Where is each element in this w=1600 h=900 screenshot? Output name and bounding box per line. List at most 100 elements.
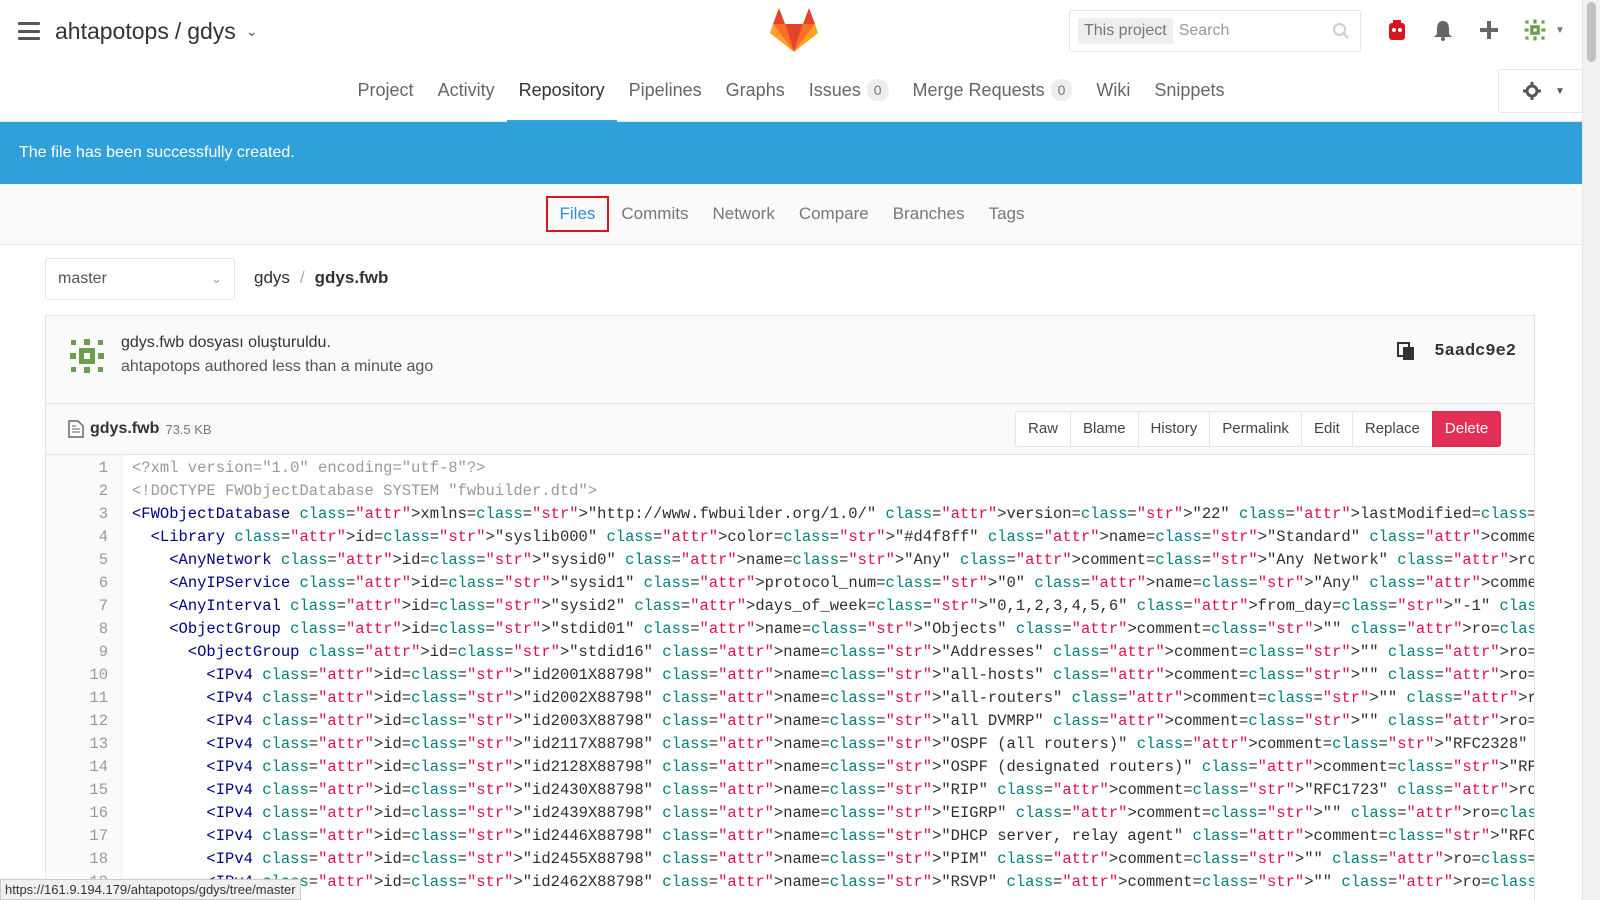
project-settings-button[interactable]: ▼ <box>1498 69 1590 113</box>
nav-repository[interactable]: Repository <box>506 72 617 122</box>
search-input[interactable] <box>1178 22 1329 40</box>
chevron-down-icon: ▼ <box>1555 85 1565 97</box>
line-number[interactable]: 17 <box>46 825 108 848</box>
commit-author: ahtapotops authored less than a minute a… <box>121 358 434 375</box>
line-number[interactable]: 2 <box>46 480 108 503</box>
nav-label: Pipelines <box>628 80 702 100</box>
scrollbar[interactable] <box>1582 0 1600 900</box>
nav-wiki[interactable]: Wiki <box>1084 72 1142 122</box>
issues-count-badge: 0 <box>866 79 889 101</box>
commit-message[interactable]: gdys.fwb dosyası oluşturuldu. <box>121 334 331 352</box>
code-line: 9 <ObjectGroup class="attr">id=class="st… <box>46 641 1534 664</box>
line-number[interactable]: 6 <box>46 572 108 595</box>
line-number[interactable]: 8 <box>46 618 108 641</box>
view-button-group: Raw Blame History Permalink <box>1015 411 1302 447</box>
code-text: <IPv4 class="attr">id=class="str">"id243… <box>206 804 1534 822</box>
file-icon <box>68 420 84 438</box>
file-size: 73.5 KB <box>165 421 212 437</box>
title-separator: / <box>174 18 182 44</box>
repository-subnav: Files Commits Network Compare Branches T… <box>0 184 1582 245</box>
permalink-button[interactable]: Permalink <box>1209 411 1302 447</box>
nav-project[interactable]: Project <box>346 72 426 122</box>
page: ahtapotops / gdys ⌄ This project Search … <box>0 0 1600 900</box>
chevron-down-icon[interactable]: ⌄ <box>246 23 258 40</box>
file-title: gdys.fwb 73.5 KB <box>68 420 212 438</box>
tab-files[interactable]: Files <box>545 196 610 232</box>
chevron-down-icon: ⌄ <box>211 271 222 286</box>
project-link[interactable]: gdys <box>187 18 236 45</box>
line-number[interactable]: 1 <box>46 457 108 480</box>
code-line: 5 <AnyNetwork class="attr">id=class="str… <box>46 549 1534 572</box>
copy-icon[interactable] <box>1396 341 1416 361</box>
nav-label: Merge Requests <box>912 80 1045 100</box>
nav-pipelines[interactable]: Pipelines <box>617 72 714 122</box>
search-scope[interactable]: This project <box>1078 18 1173 44</box>
namespace-link[interactable]: ahtapotops <box>55 18 169 45</box>
code-line: 14 <IPv4 class="attr">id=class="str">"id… <box>46 756 1534 779</box>
code-line: 4 <Library class="attr">id=class="str">"… <box>46 526 1534 549</box>
code-text: <AnyNetwork class="attr">id=class="str">… <box>169 551 1534 569</box>
line-number[interactable]: 10 <box>46 664 108 687</box>
commit-sha-group: 5aadc9e2 <box>1396 341 1516 361</box>
nav-label: Repository <box>518 80 605 100</box>
history-button[interactable]: History <box>1137 411 1211 447</box>
line-number[interactable]: 13 <box>46 733 108 756</box>
nav-activity[interactable]: Activity <box>426 72 507 122</box>
nav-merge-requests[interactable]: Merge Requests 0 <box>901 72 1085 122</box>
code-viewer: 1 <?xml version="1.0" encoding="utf-8"?> 2… <box>45 455 1535 900</box>
code-text: <AnyInterval class="attr">id=class="str"… <box>169 597 1534 615</box>
gitlab-logo[interactable] <box>770 8 818 54</box>
code-text: <IPv4 class="attr">id=class="str">"id200… <box>206 689 1535 707</box>
line-number[interactable]: 5 <box>46 549 108 572</box>
line-number[interactable]: 11 <box>46 687 108 710</box>
code-line: 1 <?xml version="1.0" encoding="utf-8"?> <box>46 457 1534 480</box>
code-text: <FWObjectDatabase class="attr">xmlns=cla… <box>132 505 1534 523</box>
code-text: <IPv4 class="attr">id=class="str">"id243… <box>206 781 1534 799</box>
line-number[interactable]: 14 <box>46 756 108 779</box>
tab-commits[interactable]: Commits <box>609 198 700 230</box>
tab-branches[interactable]: Branches <box>881 198 977 230</box>
nav-label: Snippets <box>1154 80 1225 100</box>
project-nav: Project Activity Repository Pipelines Gr… <box>0 72 1582 122</box>
line-number[interactable]: 12 <box>46 710 108 733</box>
code-line: 6 <AnyIPService class="attr">id=class="s… <box>46 572 1534 595</box>
search-box[interactable]: This project <box>1069 10 1361 52</box>
blame-button[interactable]: Blame <box>1070 411 1139 447</box>
search-icon <box>1333 23 1349 39</box>
line-number[interactable]: 18 <box>46 848 108 871</box>
code-text: <!DOCTYPE FWObjectDatabase SYSTEM "fwbui… <box>132 482 598 500</box>
raw-button[interactable]: Raw <box>1015 411 1072 447</box>
plus-icon[interactable] <box>1477 18 1501 42</box>
scrollbar-thumb[interactable] <box>1587 2 1596 62</box>
replace-button[interactable]: Replace <box>1351 411 1433 447</box>
delete-button[interactable]: Delete <box>1431 411 1502 447</box>
line-number[interactable]: 9 <box>46 641 108 664</box>
line-number[interactable]: 3 <box>46 503 108 526</box>
code-line: 10 <IPv4 class="attr">id=class="str">"id… <box>46 664 1534 687</box>
tab-network[interactable]: Network <box>700 198 786 230</box>
breadcrumb-root[interactable]: gdys <box>254 268 290 288</box>
line-number[interactable]: 16 <box>46 802 108 825</box>
bell-icon[interactable] <box>1431 18 1455 42</box>
mr-count-badge: 0 <box>1050 79 1073 101</box>
line-number[interactable]: 4 <box>46 526 108 549</box>
edit-button[interactable]: Edit <box>1301 411 1353 447</box>
branch-select[interactable]: master ⌄ <box>45 258 235 300</box>
nav-graphs[interactable]: Graphs <box>714 72 797 122</box>
nav-label: Wiki <box>1096 80 1131 100</box>
project-title[interactable]: ahtapotops / gdys ⌄ <box>55 18 258 45</box>
menu-icon[interactable] <box>18 22 40 40</box>
file-name: gdys.fwb <box>90 420 160 437</box>
todo-icon[interactable] <box>1385 18 1409 42</box>
tab-compare[interactable]: Compare <box>787 198 881 230</box>
line-number[interactable]: 7 <box>46 595 108 618</box>
chevron-down-icon[interactable]: ▼ <box>1555 25 1565 36</box>
tab-tags[interactable]: Tags <box>977 198 1037 230</box>
commit-sha[interactable]: 5aadc9e2 <box>1434 342 1516 361</box>
line-number[interactable]: 15 <box>46 779 108 802</box>
avatar[interactable] <box>67 336 107 376</box>
nav-snippets[interactable]: Snippets <box>1142 72 1236 122</box>
code-line: 8 <ObjectGroup class="attr">id=class="st… <box>46 618 1534 641</box>
avatar[interactable] <box>1523 18 1547 42</box>
nav-issues[interactable]: Issues 0 <box>797 72 901 122</box>
